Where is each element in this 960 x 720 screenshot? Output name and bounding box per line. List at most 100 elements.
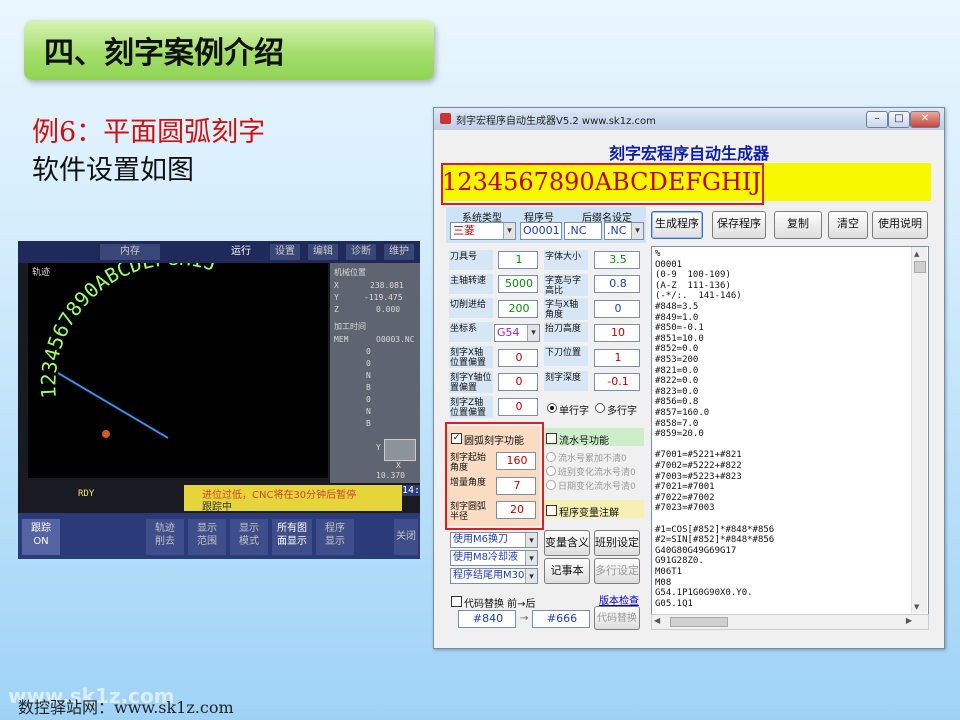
code-line: #852=0.0 bbox=[655, 344, 699, 355]
scroll-left-icon[interactable]: ◀ bbox=[654, 616, 660, 625]
replace-from-field[interactable]: #840 bbox=[458, 610, 516, 628]
maximize-button[interactable]: □ bbox=[888, 111, 910, 128]
serial-option-radio[interactable] bbox=[546, 466, 556, 476]
code-line: G05.1Q1 bbox=[655, 598, 693, 609]
suffix-select[interactable]: .NC bbox=[604, 222, 644, 240]
cnc-bit: 0 bbox=[366, 395, 371, 404]
code-line: #849=1.0 bbox=[655, 312, 699, 323]
system-type-select[interactable]: 三菱 bbox=[450, 222, 516, 240]
serial-option-radio[interactable] bbox=[546, 480, 556, 490]
cnc-axis: Z bbox=[334, 305, 339, 314]
version-check-link[interactable]: 版本检查 bbox=[599, 592, 639, 607]
replace-button[interactable]: 代码替换 bbox=[594, 606, 640, 630]
cnc-tab: 维护 bbox=[384, 244, 414, 260]
code-output-area[interactable]: % O0001 (0-9 100-109) (A-Z 111-136) (-*/:. 1… bbox=[651, 246, 929, 616]
window-titlebar[interactable]: 刻字宏程序自动生成器V5.2 www.sk1z.com – □ ✕ bbox=[434, 108, 944, 130]
slide-title: 四、刻字案例介绍 bbox=[44, 36, 284, 71]
param-label: 刀具号 bbox=[449, 250, 493, 270]
feed-field[interactable]: 200 bbox=[498, 300, 538, 318]
code-line: #853=200 bbox=[655, 355, 699, 365]
param-label: 坐标系 bbox=[449, 322, 493, 342]
x-offset-field[interactable]: 0 bbox=[498, 349, 538, 367]
cnc-x-label: X bbox=[396, 461, 401, 470]
multi-line-label: 多行字 bbox=[607, 406, 637, 417]
cnc-mem-label: MEM bbox=[334, 335, 349, 344]
lift-height-field[interactable]: 10 bbox=[594, 324, 640, 342]
coord-system-select[interactable]: G54 bbox=[494, 324, 540, 342]
multiline-setting-button[interactable]: 多行设定 bbox=[594, 558, 640, 584]
suffix-field[interactable]: .NC bbox=[564, 222, 602, 240]
code-vertical-scrollbar[interactable]: ▲ ▼ bbox=[911, 247, 927, 613]
scroll-thumb[interactable] bbox=[914, 261, 926, 273]
code-line: #7003=#5223+#823 bbox=[655, 471, 742, 482]
variable-meaning-button[interactable]: 变量含义 bbox=[544, 530, 590, 556]
code-line: #7001=#5221+#821 bbox=[655, 450, 742, 461]
z-offset-field[interactable]: 0 bbox=[498, 398, 538, 416]
cnc-trajectory-plot: 1234567890ABCDEFGHIJ bbox=[36, 263, 220, 439]
h-scroll-thumb[interactable] bbox=[670, 617, 728, 627]
cnc-clock: 14:5 bbox=[402, 485, 420, 496]
multi-line-radio[interactable] bbox=[595, 403, 605, 413]
code-line: G54.1P1G0G90X0.Y0. bbox=[655, 588, 753, 599]
depth-field[interactable]: -0.1 bbox=[594, 373, 640, 391]
app-icon bbox=[440, 113, 451, 124]
highlight-arc-panel bbox=[445, 422, 544, 530]
help-button[interactable]: 使用说明 bbox=[872, 211, 928, 239]
y-offset-field[interactable]: 0 bbox=[498, 373, 538, 391]
cnc-machine-pos-header: 机械位置 bbox=[334, 268, 366, 277]
replace-checkbox-label: 代码替换 前→后 bbox=[464, 599, 536, 610]
scroll-up-icon[interactable]: ▲ bbox=[914, 250, 919, 258]
comment-checkbox[interactable] bbox=[546, 505, 557, 516]
code-line: #850=-0.1 bbox=[655, 323, 704, 334]
clear-button[interactable]: 清空 bbox=[828, 211, 868, 239]
width-ratio-field[interactable]: 0.8 bbox=[594, 275, 640, 293]
cnc-bit: N bbox=[366, 371, 371, 380]
code-line: #1=COS[#852]*#848*#856 bbox=[655, 524, 775, 535]
spindle-speed-field[interactable]: 5000 bbox=[498, 275, 538, 293]
serial-checkbox[interactable] bbox=[546, 433, 557, 444]
tool-change-select[interactable]: 使用M6换刀 bbox=[450, 532, 538, 548]
cnc-softkey: 显示 模式 bbox=[230, 519, 268, 555]
program-no-field[interactable]: O0001 bbox=[520, 222, 562, 240]
plunge-pos-field[interactable]: 1 bbox=[594, 349, 640, 367]
generate-program-button[interactable]: 生成程序 bbox=[651, 211, 703, 239]
cnc-tab: 内存 bbox=[100, 244, 160, 260]
replace-checkbox[interactable] bbox=[451, 596, 462, 607]
program-end-select[interactable]: 程序结尾用M30 bbox=[450, 568, 538, 584]
scroll-right-icon[interactable]: ▶ bbox=[906, 616, 912, 625]
code-line: #7002=#5222+#822 bbox=[655, 461, 742, 471]
serial-option-label: 日期变化流水号清0 bbox=[558, 482, 636, 492]
code-line: #848=3.5 bbox=[655, 302, 699, 312]
x-angle-field[interactable]: 0 bbox=[594, 300, 640, 318]
footer-text: 数控驿站网：www.sk1z.com bbox=[18, 698, 234, 717]
copy-button[interactable]: 复制 bbox=[774, 211, 822, 239]
replace-to-field[interactable]: #666 bbox=[532, 610, 590, 628]
tool-no-field[interactable]: 1 bbox=[498, 251, 538, 269]
font-size-field[interactable]: 3.5 bbox=[594, 251, 640, 269]
shift-setting-button[interactable]: 班别设定 bbox=[594, 530, 640, 556]
cnc-message-bar: 进位过低，CNC将在30分钟后暂停 跟踪中 bbox=[184, 485, 402, 513]
single-line-radio[interactable] bbox=[547, 403, 557, 413]
cnc-engraved-arc-text: 1234567890ABCDEFGHIJ bbox=[36, 263, 219, 399]
cnc-trajectory-screen: 轨迹 1234567890ABCDEFGHIJ bbox=[28, 263, 328, 478]
serial-option-radio[interactable] bbox=[546, 452, 556, 462]
param-label: 刻字Y轴位置偏置 bbox=[449, 371, 493, 393]
param-label: 切削进给 bbox=[449, 298, 493, 318]
code-line: G91G28Z0. bbox=[655, 556, 704, 567]
param-label: 字与X轴角度 bbox=[544, 298, 588, 320]
save-program-button[interactable]: 保存程序 bbox=[712, 211, 766, 239]
cnc-screen-photo: 内存 运行 设置 编辑 诊断 维护 轨迹 1234567890ABCDEFGHI… bbox=[18, 241, 420, 559]
cnc-softkey: 关闭 bbox=[394, 519, 418, 555]
close-button[interactable]: ✕ bbox=[910, 111, 940, 128]
code-line: (-*/:. 141-146) bbox=[655, 291, 742, 302]
notepad-button[interactable]: 记事本 bbox=[544, 558, 590, 584]
single-line-label: 单行字 bbox=[559, 406, 589, 417]
minimize-button[interactable]: – bbox=[866, 111, 888, 128]
code-horizontal-scrollbar[interactable]: ◀ ▶ bbox=[651, 614, 929, 630]
param-label: 刻字X轴位置偏置 bbox=[449, 346, 493, 368]
example-title: 例6：平面圆弧刻字 bbox=[32, 117, 266, 148]
coolant-select[interactable]: 使用M8冷却液 bbox=[450, 550, 538, 566]
code-line: M08 bbox=[655, 577, 672, 588]
scroll-down-icon[interactable]: ▼ bbox=[914, 603, 919, 611]
cnc-bit: 0 bbox=[366, 347, 371, 356]
